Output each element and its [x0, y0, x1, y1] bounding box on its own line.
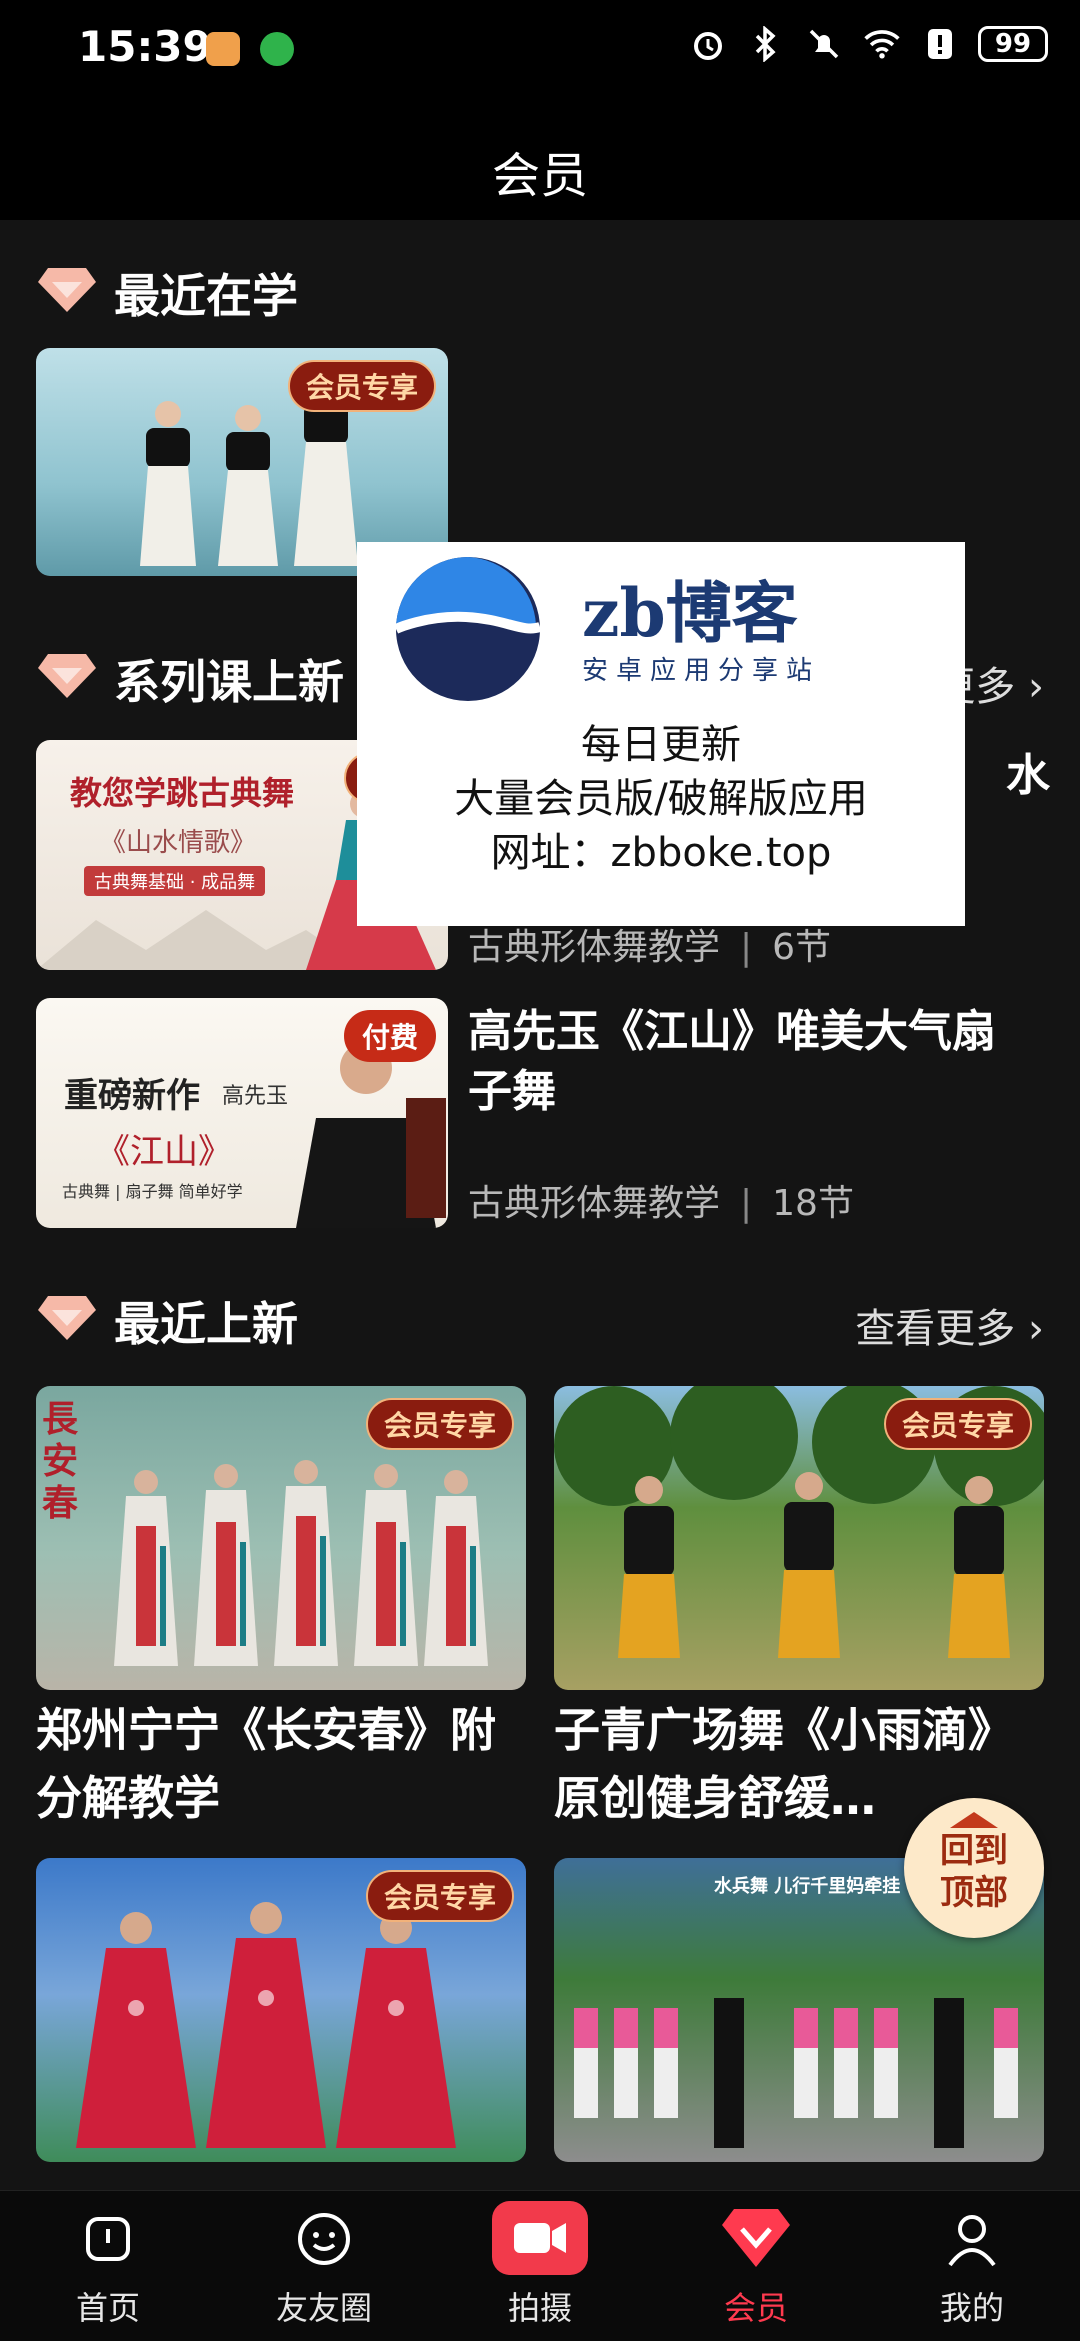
video-thumbnail[interactable]: 会员专享 — [36, 1858, 526, 2162]
course-category: 古典形体舞教学 — [468, 927, 721, 968]
thumb-caption: 水兵舞 儿行千里妈牵挂 — [714, 1876, 901, 1897]
thumb-calligraphy: 長安春 — [42, 1398, 79, 1524]
bottom-nav: 首页 友友圈 拍摄 会员 我的 — [0, 2190, 1080, 2341]
battery-indicator: 99 — [978, 26, 1048, 62]
app-notification-icon — [206, 32, 240, 66]
video-camera-icon — [492, 2201, 588, 2275]
lesson-count: 6节 — [772, 927, 832, 968]
back-to-top-button[interactable]: 回到 顶部 — [904, 1798, 1044, 1938]
arrow-up-icon — [950, 1812, 998, 1828]
bluetooth-icon — [746, 24, 786, 64]
diamond-icon — [38, 268, 96, 312]
thumb-caption: 古典舞 | 扇子舞 简单好学 — [62, 1182, 243, 1201]
member-badge: 会员专享 — [287, 360, 436, 412]
video-title[interactable]: 郑州宁宁《长安春》附分解教学 — [36, 1696, 526, 1832]
home-icon — [86, 2217, 130, 2261]
course-category: 古典形体舞教学 — [468, 1183, 721, 1224]
nav-home[interactable]: 首页 — [0, 2191, 216, 2341]
smile-icon — [298, 2213, 350, 2265]
back-to-top-label: 顶部 — [940, 1873, 1008, 1913]
wifi-icon — [862, 24, 902, 64]
phone-notification-icon — [260, 32, 294, 66]
member-badge: 会员专享 — [883, 1398, 1032, 1450]
nav-label: 友友圈 — [275, 2289, 372, 2327]
video-thumbnail[interactable]: 会员专享 — [554, 1386, 1044, 1690]
mute-icon — [804, 24, 844, 64]
top-bar: 会员 — [0, 100, 1080, 220]
nav-label: 拍摄 — [507, 2289, 572, 2327]
watermark-overlay: zb博客 安卓应用分享站 每日更新 大量会员版/破解版应用 网址：zbboke.… — [357, 542, 965, 926]
alarm-icon — [688, 24, 728, 64]
thumb-title: 重磅新作 — [64, 1076, 200, 1116]
status-time: 15:39 — [78, 22, 212, 71]
diamond-icon — [38, 654, 96, 698]
back-to-top-label: 回到 — [940, 1831, 1008, 1871]
video-thumbnail[interactable]: 長安春 会员专享 — [36, 1386, 526, 1690]
nav-label: 我的 — [939, 2289, 1004, 2327]
nav-shoot[interactable]: 拍摄 — [432, 2191, 648, 2341]
overlay-brand: zb博客 — [582, 574, 798, 652]
nav-label: 会员 — [723, 2289, 788, 2327]
section-title: 最近在学 — [114, 269, 298, 323]
thumb-subtitle: 《江山》 — [96, 1132, 232, 1172]
diamond-icon — [722, 2209, 790, 2267]
nav-friends[interactable]: 友友圈 — [216, 2191, 432, 2341]
user-icon — [948, 2215, 996, 2267]
overlay-line: 大量会员版/破解版应用 — [454, 776, 868, 822]
thumb-author: 高先玉 — [222, 1084, 289, 1109]
recent-learning-header: 最近在学 — [36, 250, 1044, 330]
section-title: 最近上新 — [114, 1297, 298, 1351]
overlay-url: 网址：zbboke.top — [490, 830, 832, 876]
member-badge: 会员专享 — [365, 1870, 514, 1922]
overlay-subtitle: 安卓应用分享站 — [582, 656, 821, 686]
see-more-link[interactable]: 查看更多 › — [855, 1296, 1044, 1354]
thumb-subtitle: 《山水情歌》 — [100, 828, 257, 858]
course-title-visible: 水 — [1006, 750, 1050, 801]
page-title: 会员 — [491, 148, 588, 204]
course-meta: 古典形体舞教学 | 18节 — [468, 1183, 854, 1224]
thumb-title: 教您学跳古典舞 — [70, 774, 295, 812]
section-title: 系列课上新 — [114, 655, 344, 709]
member-badge: 会员专享 — [365, 1398, 514, 1450]
diamond-icon — [38, 1296, 96, 1340]
recent-new-header: 最近上新 查看更多 › — [36, 1278, 1044, 1358]
status-bar: 15:39 99 — [0, 0, 1080, 100]
overlay-line: 每日更新 — [581, 722, 741, 768]
status-icons: 99 — [688, 24, 1048, 64]
paid-badge: 付费 — [343, 1010, 436, 1062]
lesson-count: 18节 — [772, 1183, 854, 1224]
nav-membership[interactable]: 会员 — [648, 2191, 864, 2341]
zb-logo-icon — [393, 557, 542, 701]
alert-icon — [920, 24, 960, 64]
course-thumbnail[interactable]: 重磅新作 高先玉 《江山》 古典舞 | 扇子舞 简单好学 付费 — [36, 998, 448, 1228]
nav-me[interactable]: 我的 — [864, 2191, 1080, 2341]
course-title[interactable]: 高先玉《江山》唯美大气扇子舞 — [468, 1002, 1028, 1122]
nav-label: 首页 — [75, 2289, 140, 2327]
